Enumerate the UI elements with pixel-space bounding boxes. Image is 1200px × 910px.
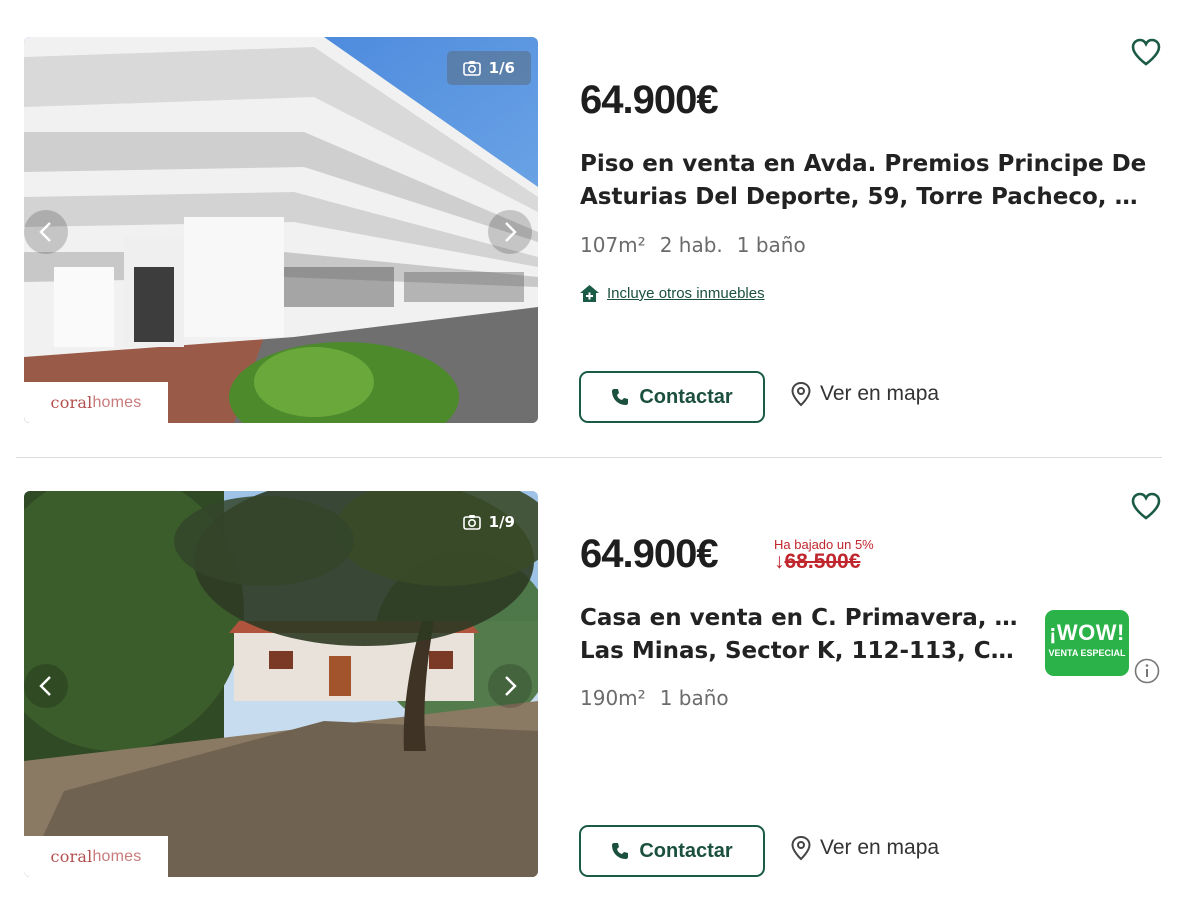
- logo-brand-b: homes: [92, 393, 142, 411]
- house-plus-icon: [580, 285, 599, 302]
- listing-details: 190m² 1 baño: [580, 686, 729, 710]
- listing-card[interactable]: 1/6 coral homes 64.900€ Piso en venta en …: [0, 0, 1200, 440]
- wow-special-sale-badge: ¡WOW! VENTA ESPECIAL: [1045, 610, 1129, 676]
- photo-counter: 1/9: [447, 505, 531, 539]
- listing-card[interactable]: 1/9 coral homes 64.900€ Ha bajado un 5% ↓…: [0, 454, 1200, 894]
- info-icon: [1134, 658, 1160, 684]
- detail-baths: 1 baño: [736, 233, 806, 257]
- detail-size: 107m²: [580, 233, 646, 257]
- listing-title-line: Piso en venta en Avda. Premios Principe …: [580, 151, 1147, 177]
- info-button[interactable]: [1134, 658, 1160, 684]
- agency-logo: coral homes: [24, 836, 168, 877]
- map-pin-icon: [791, 835, 811, 861]
- badge-big-text: ¡WOW!: [1049, 620, 1125, 645]
- photo-counter: 1/6: [446, 51, 531, 85]
- favorite-button[interactable]: [1130, 491, 1162, 521]
- view-on-map-link[interactable]: Ver en mapa: [790, 835, 939, 861]
- listing-photo[interactable]: 1/6 coral homes: [24, 37, 538, 423]
- logo-brand-b: homes: [92, 847, 142, 865]
- listing-price: 64.900€: [580, 78, 719, 122]
- old-price: ↓68.500€: [774, 550, 874, 574]
- chevron-right-icon: [505, 676, 517, 696]
- detail-size: 190m²: [580, 686, 646, 710]
- contact-button[interactable]: Contactar: [579, 825, 765, 877]
- listing-price: 64.900€: [580, 532, 719, 576]
- detail-baths: 1 baño: [659, 686, 729, 710]
- map-label: Ver en mapa: [820, 382, 940, 405]
- map-label: Ver en mapa: [820, 836, 940, 859]
- detail-rooms: 2 hab.: [659, 233, 723, 257]
- camera-icon: [462, 61, 481, 76]
- phone-icon: [612, 389, 629, 405]
- photo-next-button[interactable]: [488, 664, 532, 708]
- favorite-button[interactable]: [1130, 37, 1162, 67]
- contact-button[interactable]: Contactar: [579, 371, 765, 423]
- map-pin-icon: [791, 381, 811, 407]
- listing-title-line: Las Minas, Sector K, 112-113, Castil...: [580, 638, 1020, 664]
- heart-icon: [1131, 492, 1161, 520]
- listing-title-line: Asturias Del Deporte, 59, Torre Pacheco,…: [580, 184, 1150, 210]
- contact-label: Contactar: [639, 385, 733, 408]
- agency-logo: coral homes: [24, 382, 168, 423]
- price-down-arrow: ↓: [774, 550, 785, 573]
- logo-brand-a: coral: [50, 847, 93, 866]
- photo-next-button[interactable]: [488, 210, 532, 254]
- price-drop: Ha bajado un 5% ↓68.500€: [774, 537, 874, 574]
- phone-icon: [612, 843, 629, 859]
- listing-title-line: Casa en venta en C. Primavera, Bda.: [580, 605, 1020, 631]
- house-with-tree-photo: [24, 491, 538, 877]
- chevron-right-icon: [505, 222, 517, 242]
- chevron-left-icon: [39, 222, 51, 242]
- listing-title[interactable]: Piso en venta en Avda. Premios Principe …: [580, 148, 1150, 214]
- includes-label: Incluye otros inmuebles: [607, 285, 765, 302]
- old-price-value: 68.500€: [784, 550, 861, 573]
- listing-details: 107m² 2 hab. 1 baño: [580, 233, 806, 257]
- view-on-map-link[interactable]: Ver en mapa: [790, 381, 939, 407]
- photo-prev-button[interactable]: [24, 664, 68, 708]
- camera-icon: [462, 515, 481, 530]
- photo-prev-button[interactable]: [24, 210, 68, 254]
- includes-other-properties-link[interactable]: Incluye otros inmuebles: [580, 285, 765, 302]
- photo-counter-text: 1/6: [488, 59, 515, 77]
- photo-counter-text: 1/9: [488, 513, 515, 531]
- listing-title[interactable]: Casa en venta en C. Primavera, Bda. Las …: [580, 602, 1020, 668]
- chevron-left-icon: [39, 676, 51, 696]
- contact-label: Contactar: [639, 839, 733, 862]
- logo-brand-a: coral: [50, 393, 93, 412]
- badge-small-text: VENTA ESPECIAL: [1048, 648, 1126, 658]
- heart-icon: [1131, 38, 1161, 66]
- apartment-building-photo: [24, 37, 538, 423]
- listing-photo[interactable]: 1/9 coral homes: [24, 491, 538, 877]
